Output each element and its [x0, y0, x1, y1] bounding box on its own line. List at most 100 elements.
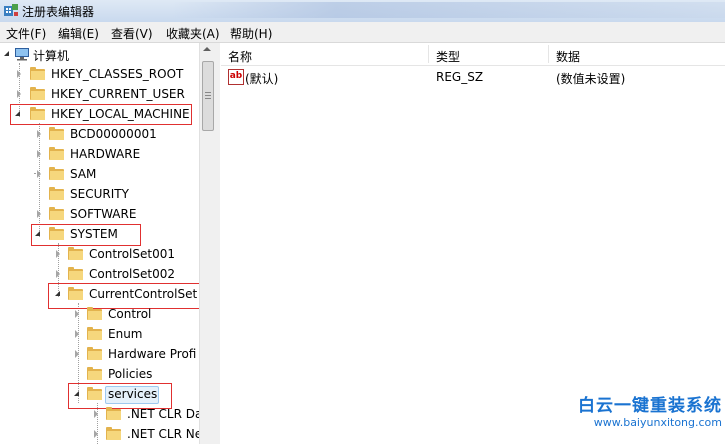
tree-label: BCD00000001: [70, 127, 157, 141]
tree-label: ControlSet002: [89, 267, 175, 281]
tree-node-hkey-classes-root[interactable]: HKEY_CLASSES_ROOT: [0, 65, 200, 83]
title-bar: 注册表编辑器: [0, 0, 725, 22]
expand-arrow-icon[interactable]: [37, 170, 41, 178]
regedit-icon: [4, 4, 18, 16]
collapse-arrow-icon[interactable]: [55, 291, 60, 296]
tree-label: HKEY_LOCAL_MACHINE: [51, 107, 190, 121]
tree-node-net-clr-data[interactable]: .NET CLR Da: [0, 405, 200, 423]
column-divider[interactable]: [428, 45, 429, 63]
expand-arrow-icon[interactable]: [94, 410, 98, 418]
list-header: 名称 类型 数据: [221, 43, 725, 66]
watermark-title: 白云一键重装系统: [578, 396, 722, 416]
folder-icon: [49, 127, 65, 140]
collapse-arrow-icon[interactable]: [35, 231, 40, 236]
tree-node-bcd[interactable]: BCD00000001: [0, 125, 200, 143]
tree-node-hkey-current-user[interactable]: HKEY_CURRENT_USER: [0, 85, 200, 103]
computer-icon: [15, 48, 29, 61]
tree-node-system[interactable]: SYSTEM: [0, 225, 200, 243]
collapse-arrow-icon[interactable]: [74, 391, 79, 396]
tree-label: Policies: [108, 367, 153, 381]
value-type: REG_SZ: [436, 70, 484, 84]
string-value-icon: ab: [228, 69, 244, 85]
expand-arrow-icon[interactable]: [75, 330, 79, 338]
tree-node-security[interactable]: SECURITY: [0, 185, 200, 203]
folder-icon: [30, 67, 46, 80]
folder-icon: [87, 307, 103, 320]
tree-node-net-clr-networking[interactable]: .NET CLR Ne: [0, 425, 200, 443]
registry-tree[interactable]: 计算机 HKEY_CLASSES_ROOT HKEY_CURRENT_USER …: [0, 43, 200, 444]
scrollbar-thumb[interactable]: [202, 61, 214, 131]
expand-arrow-icon[interactable]: [56, 270, 60, 278]
expand-arrow-icon[interactable]: [94, 430, 98, 438]
tree-node-controlset002[interactable]: ControlSet002: [0, 265, 200, 283]
tree-node-enum[interactable]: Enum: [0, 325, 200, 343]
column-header-name[interactable]: 名称: [228, 48, 252, 65]
folder-icon: [68, 247, 84, 260]
collapse-arrow-icon[interactable]: [15, 111, 20, 116]
tree-node-hardware[interactable]: HARDWARE: [0, 145, 200, 163]
tree-label: CurrentControlSet: [89, 287, 198, 301]
expand-arrow-icon[interactable]: [56, 250, 60, 258]
expand-arrow-icon[interactable]: [17, 90, 21, 98]
tree-label: services: [108, 387, 158, 401]
column-header-type[interactable]: 类型: [436, 48, 460, 65]
tree-node-sam[interactable]: SAM: [0, 165, 200, 183]
tree-node-software[interactable]: SOFTWARE: [0, 205, 200, 223]
menu-file[interactable]: 文件(F): [6, 25, 46, 42]
tree-label: Enum: [108, 327, 143, 341]
expand-arrow-icon[interactable]: [4, 51, 9, 56]
expand-arrow-icon[interactable]: [37, 210, 41, 218]
folder-icon: [49, 147, 65, 160]
tree-label: Hardware Profi: [108, 347, 197, 361]
tree-root-computer[interactable]: 计算机: [0, 45, 200, 63]
column-header-data[interactable]: 数据: [556, 48, 580, 65]
tree-label: HKEY_CURRENT_USER: [51, 87, 185, 101]
tree-label: SAM: [70, 167, 97, 181]
expand-arrow-icon[interactable]: [37, 150, 41, 158]
tree-label: .NET CLR Da: [127, 407, 200, 421]
tree-label: HARDWARE: [70, 147, 141, 161]
tree-label: Control: [108, 307, 152, 321]
window-title: 注册表编辑器: [22, 5, 95, 19]
menu-view[interactable]: 查看(V): [111, 25, 153, 42]
folder-icon: [106, 407, 122, 420]
tree-node-services[interactable]: services: [0, 385, 200, 403]
watermark: 白云一键重装系统 www.baiyunxitong.com: [560, 391, 722, 429]
folder-icon: [30, 87, 46, 100]
expand-arrow-icon[interactable]: [17, 70, 21, 78]
tree-node-hkey-local-machine[interactable]: HKEY_LOCAL_MACHINE: [0, 105, 200, 123]
value-name[interactable]: (默认): [245, 70, 278, 88]
values-list[interactable]: 名称 类型 数据 ab (默认) REG_SZ (数值未设置): [221, 43, 725, 444]
folder-icon: [49, 167, 65, 180]
tree-scrollbar[interactable]: [199, 43, 215, 444]
expand-arrow-icon[interactable]: [75, 310, 79, 318]
menu-help[interactable]: 帮助(H): [230, 25, 272, 42]
tree-label: SOFTWARE: [70, 207, 137, 221]
tree-node-control[interactable]: Control: [0, 305, 200, 323]
expand-arrow-icon[interactable]: [37, 130, 41, 138]
menu-favorites[interactable]: 收藏夹(A): [166, 25, 220, 42]
tree-node-policies[interactable]: Policies: [0, 365, 200, 383]
menu-edit[interactable]: 编辑(E): [58, 25, 99, 42]
expand-arrow-icon[interactable]: [75, 350, 79, 358]
folder-icon: [68, 267, 84, 280]
folder-icon: [49, 187, 65, 200]
folder-icon: [49, 207, 65, 220]
tree-node-controlset001[interactable]: ControlSet001: [0, 245, 200, 263]
folder-icon: [106, 427, 122, 440]
menu-bar: 文件(F) 编辑(E) 查看(V) 收藏夹(A) 帮助(H): [0, 22, 725, 43]
folder-icon: [68, 287, 84, 300]
folder-icon: [87, 367, 103, 380]
folder-icon: [87, 387, 103, 400]
tree-node-hardware-profiles[interactable]: Hardware Profi: [0, 345, 200, 363]
tree-label: .NET CLR Ne: [127, 427, 200, 441]
tree-label: SECURITY: [70, 187, 129, 201]
folder-icon: [49, 227, 65, 240]
value-data: (数值未设置): [556, 72, 626, 86]
scroll-up-icon[interactable]: [203, 47, 211, 51]
pane-splitter[interactable]: [215, 43, 220, 444]
tree-label: SYSTEM: [70, 227, 118, 241]
column-divider[interactable]: [548, 45, 549, 63]
tree-node-currentcontrolset[interactable]: CurrentControlSet: [0, 285, 200, 303]
tree-label: HKEY_CLASSES_ROOT: [51, 67, 184, 81]
